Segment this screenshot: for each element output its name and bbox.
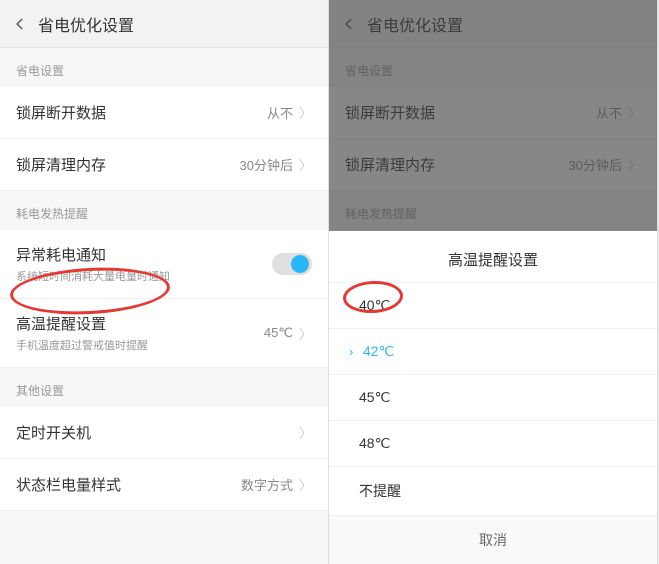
chevron-left-icon [13, 17, 27, 31]
row-abnormal-notify[interactable]: 异常耗电通知 系统短时间消耗大量电量时通知 [0, 230, 328, 299]
content: 省电设置 锁屏断开数据 从不 〉 锁屏清理内存 30分钟后 〉 耗电发热提醒 异… [0, 48, 328, 564]
option-none[interactable]: 不提醒 [329, 466, 657, 515]
option-label: 40℃ [359, 297, 390, 314]
row-timer[interactable]: 定时开关机 〉 [0, 407, 328, 459]
row-high-temp[interactable]: 高温提醒设置 手机温度超过警戒值时提醒 45℃ 〉 [0, 299, 328, 368]
row-value: 数字方式 [241, 475, 293, 494]
back-button[interactable] [8, 12, 32, 36]
option-40c[interactable]: 40℃ [329, 282, 657, 328]
row-title: 定时开关机 [16, 422, 299, 443]
row-title: 锁屏清理内存 [16, 154, 240, 175]
chevron-right-icon: 〉 [299, 475, 312, 494]
row-battery-style[interactable]: 状态栏电量样式 数字方式 〉 [0, 459, 328, 511]
settings-screen-left: 省电优化设置 省电设置 锁屏断开数据 从不 〉 锁屏清理内存 30分钟后 〉 耗… [0, 0, 329, 564]
section-header-power: 省电设置 [0, 48, 328, 87]
row-subtitle: 系统短时间消耗大量电量时通知 [16, 268, 272, 284]
sheet-title: 高温提醒设置 [329, 231, 657, 282]
row-value: 30分钟后 [240, 155, 293, 174]
option-label: 不提醒 [359, 481, 401, 501]
option-45c[interactable]: 45℃ [329, 374, 657, 420]
row-lockscreen-ram[interactable]: 锁屏清理内存 30分钟后 〉 [0, 139, 328, 191]
chevron-right-icon: 〉 [299, 103, 312, 122]
row-title: 异常耗电通知 [16, 244, 272, 265]
row-value: 从不 [267, 103, 293, 122]
action-sheet: 高温提醒设置 40℃ › 42℃ 45℃ 48℃ 不提醒 取消 [329, 231, 657, 564]
option-label: 48℃ [359, 435, 390, 452]
option-42c[interactable]: › 42℃ [329, 328, 657, 374]
section-header-other: 其他设置 [0, 368, 328, 407]
row-title: 锁屏断开数据 [16, 102, 267, 123]
row-lockscreen-data[interactable]: 锁屏断开数据 从不 〉 [0, 87, 328, 139]
toggle-abnormal[interactable] [272, 253, 312, 275]
chevron-right-icon: 〉 [299, 423, 312, 442]
row-value: 45℃ [264, 325, 293, 341]
chevron-right-icon: 〉 [299, 324, 312, 343]
toggle-knob [291, 255, 309, 273]
modal-overlay[interactable]: 高温提醒设置 40℃ › 42℃ 45℃ 48℃ 不提醒 取消 [329, 0, 657, 564]
chevron-right-icon: › [349, 344, 359, 359]
section-header-heat: 耗电发热提醒 [0, 191, 328, 230]
cancel-button[interactable]: 取消 [329, 515, 657, 564]
header: 省电优化设置 [0, 0, 328, 48]
row-title: 状态栏电量样式 [16, 474, 241, 495]
settings-screen-right: 省电优化设置 省电设置 锁屏断开数据 从不 〉 锁屏清理内存 30分钟后 〉 耗… [329, 0, 658, 564]
row-subtitle: 手机温度超过警戒值时提醒 [16, 337, 264, 353]
chevron-right-icon: 〉 [299, 155, 312, 174]
option-48c[interactable]: 48℃ [329, 420, 657, 466]
option-label: 42℃ [363, 343, 394, 360]
row-title: 高温提醒设置 [16, 313, 264, 334]
page-title: 省电优化设置 [38, 12, 134, 36]
option-label: 45℃ [359, 389, 390, 406]
